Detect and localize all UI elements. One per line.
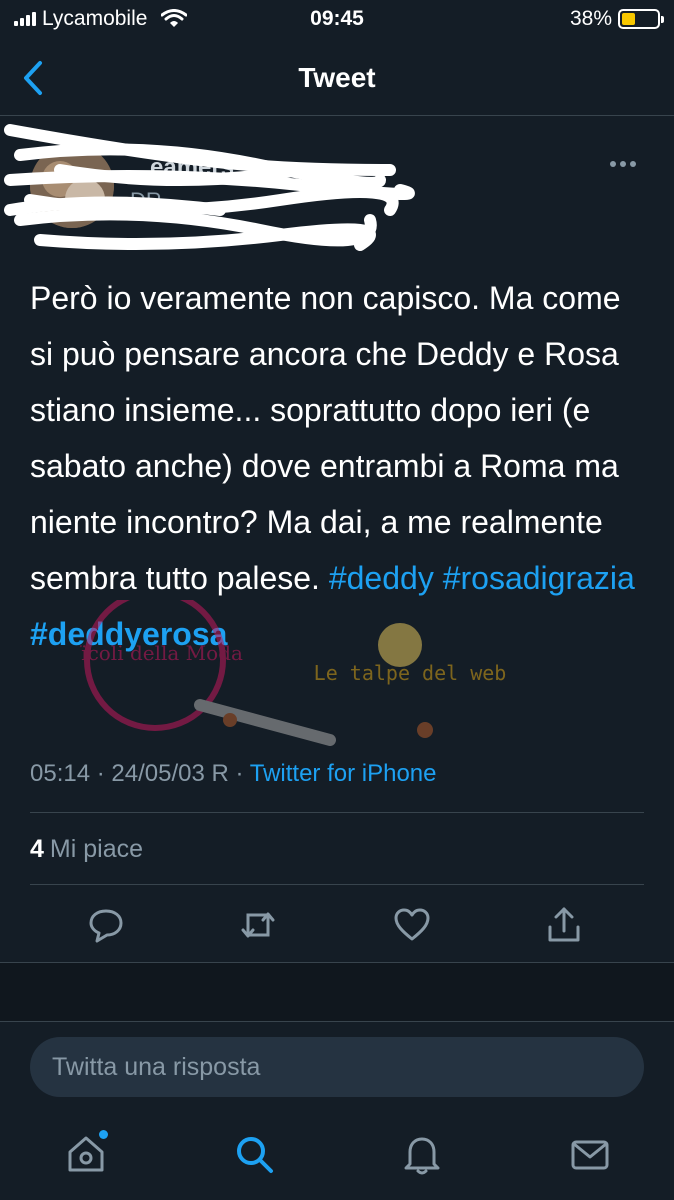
tab-home[interactable] xyxy=(64,1130,108,1176)
tweet-body: Però io veramente non capisco. Ma come s… xyxy=(30,280,621,596)
divider xyxy=(30,884,644,885)
chevron-left-icon xyxy=(24,61,42,95)
likes-summary[interactable]: 4 Mi piace xyxy=(30,835,143,864)
search-icon xyxy=(237,1137,273,1173)
hashtag-rosadigrazia[interactable]: #rosadigrazia xyxy=(443,560,635,596)
watermark-text-2: Le talpe del web xyxy=(314,661,507,685)
battery-info: 38% xyxy=(569,7,664,31)
share-button[interactable] xyxy=(544,905,584,945)
likes-label: Mi piace xyxy=(49,835,143,863)
carrier-name: Lycamobile xyxy=(42,7,148,30)
like-button[interactable] xyxy=(392,905,432,945)
meta-separator: · xyxy=(235,760,244,787)
divider xyxy=(30,812,644,813)
back-button[interactable] xyxy=(22,58,52,98)
tweet-time: 05:14 xyxy=(30,760,91,787)
carrier-info: Lycamobile xyxy=(14,7,188,31)
heart-icon xyxy=(394,908,430,941)
tab-messages[interactable] xyxy=(568,1132,612,1176)
redaction-scribble xyxy=(4,124,415,251)
tweet-actions xyxy=(0,895,674,955)
battery-icon xyxy=(618,9,664,29)
bell-icon xyxy=(404,1137,440,1175)
separator-band xyxy=(0,962,674,1022)
tweet-source-link[interactable]: Twitter for iPhone xyxy=(250,760,437,787)
mail-icon xyxy=(571,1140,609,1170)
signal-icon xyxy=(14,12,36,26)
navigation-bar: Tweet xyxy=(0,40,674,116)
more-options-button[interactable] xyxy=(610,154,640,174)
reply-button[interactable] xyxy=(86,905,126,945)
hashtag-deddy[interactable]: #deddy xyxy=(329,560,434,596)
notification-dot xyxy=(99,1130,108,1139)
likes-count: 4 xyxy=(30,835,44,863)
tweet-meta: 05:14 · 24/05/03 R · Twitter for iPhone xyxy=(30,760,436,788)
tweet-header: ...eamers DR xyxy=(4,124,650,251)
battery-fill xyxy=(622,13,635,25)
status-bar: Lycamobile 09:45 38% xyxy=(0,0,674,38)
tweet-date: 24/05/03 R xyxy=(111,760,229,787)
tab-search[interactable] xyxy=(232,1132,276,1176)
tab-bar xyxy=(0,1110,674,1200)
tab-notifications[interactable] xyxy=(400,1132,444,1176)
reply-composer[interactable] xyxy=(30,1037,644,1097)
share-icon xyxy=(548,907,580,942)
battery-percent: 38% xyxy=(569,7,612,30)
retweet-button[interactable] xyxy=(238,905,278,945)
wifi-icon xyxy=(161,9,188,27)
page-title: Tweet xyxy=(298,61,376,93)
comment-icon xyxy=(89,909,123,943)
hashtag-deddyerosa[interactable]: #deddyerosa xyxy=(30,616,227,652)
retweet-icon xyxy=(241,912,275,938)
reply-input[interactable] xyxy=(52,1052,622,1082)
tweet-text: Però io veramente non capisco. Ma come s… xyxy=(30,270,650,662)
meta-separator: · xyxy=(96,760,105,787)
